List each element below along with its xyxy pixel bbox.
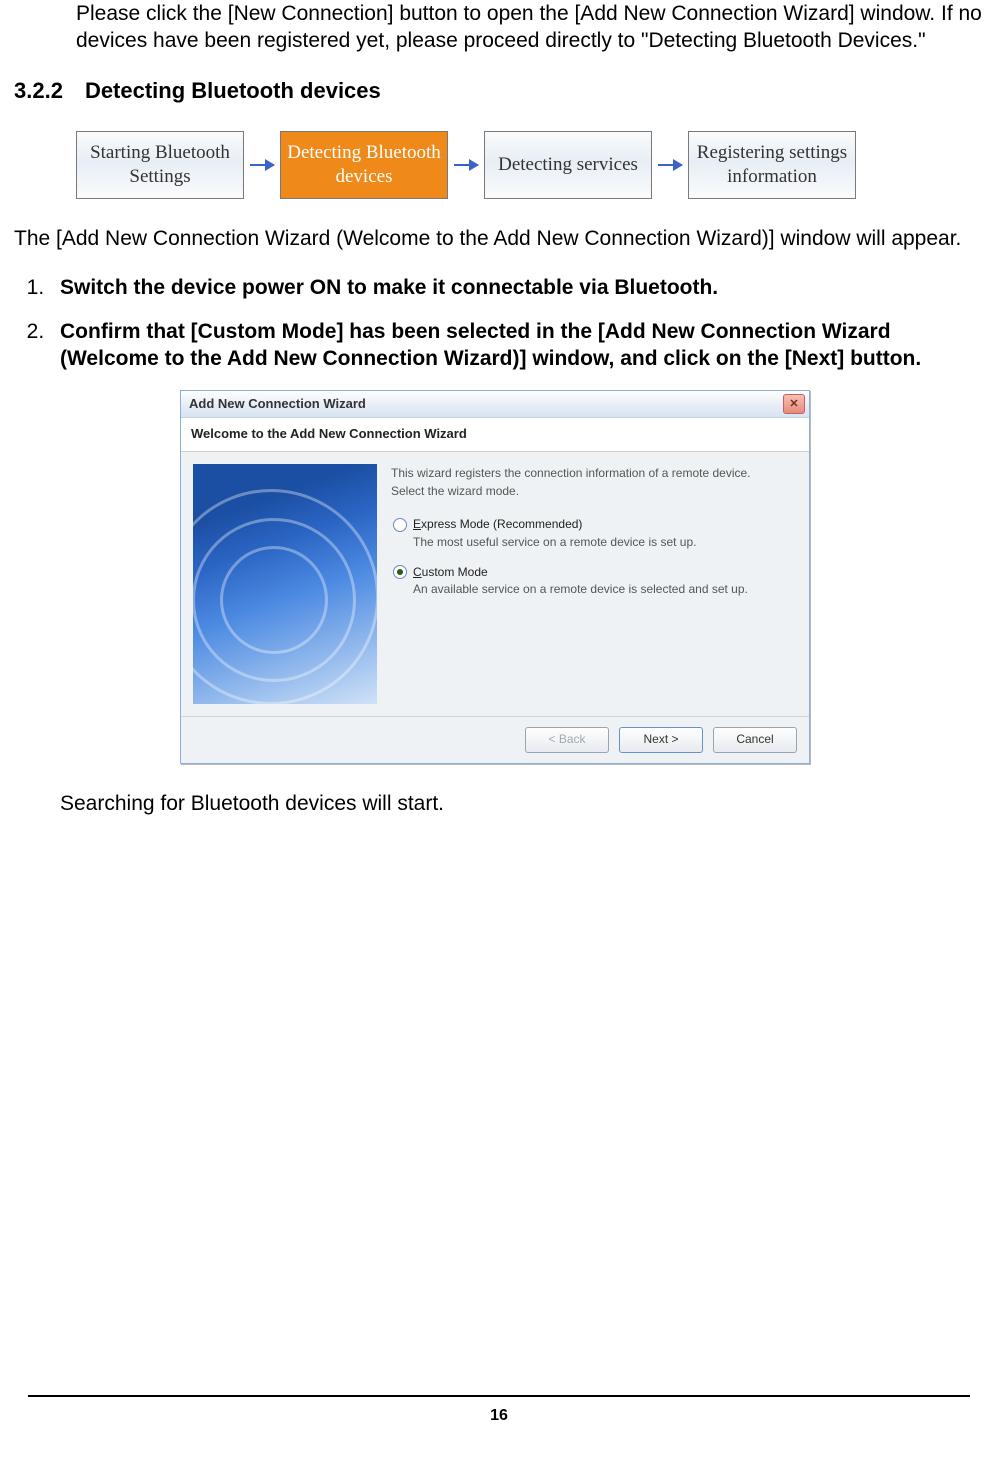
wizard-graphic <box>193 464 377 704</box>
radio-waves-icon <box>193 489 377 704</box>
flow-step-2: Detecting Bluetooth devices <box>280 131 448 199</box>
flow-step-4: Registering settings information <box>688 131 856 199</box>
section-title: Detecting Bluetooth devices <box>85 78 381 103</box>
step-2-text: Confirm that [Custom Mode] has been sele… <box>60 320 921 370</box>
wizard-titlebar: Add New Connection Wizard ✕ <box>181 391 809 418</box>
back-button: < Back <box>525 727 609 753</box>
page-number: 16 <box>0 1406 998 1427</box>
cancel-button[interactable]: Cancel <box>713 727 797 753</box>
radio-icon[interactable] <box>393 518 407 532</box>
radio-icon[interactable] <box>393 565 407 579</box>
radio-custom-mode[interactable]: Custom Mode <box>393 565 793 581</box>
footer-divider <box>28 1395 970 1397</box>
radio-express-label: Express Mode (Recommended) <box>413 517 582 533</box>
wizard-welcome: Welcome to the Add New Connection Wizard <box>181 418 809 452</box>
wizard-desc-1: This wizard registers the connection inf… <box>391 466 793 482</box>
intro-paragraph: Please click the [New Connection] button… <box>76 0 988 55</box>
section-number: 3.2.2 <box>14 77 63 106</box>
section-heading: 3.2.2 Detecting Bluetooth devices <box>14 77 988 106</box>
radio-express-mode[interactable]: Express Mode (Recommended) <box>393 517 793 533</box>
step-1-text: Switch the device power ON to make it co… <box>60 276 718 299</box>
step-1: Switch the device power ON to make it co… <box>50 274 988 301</box>
flow-step-1: Starting Bluetooth Settings <box>76 131 244 199</box>
close-icon[interactable]: ✕ <box>783 394 805 414</box>
flow-step-3: Detecting services <box>484 131 652 199</box>
searching-note: Searching for Bluetooth devices will sta… <box>60 790 988 817</box>
wizard-desc-2: Select the wizard mode. <box>391 484 793 500</box>
radio-express-desc: The most useful service on a remote devi… <box>413 535 793 551</box>
next-button[interactable]: Next > <box>619 727 703 753</box>
radio-custom-label: Custom Mode <box>413 565 488 581</box>
arrow-icon <box>250 164 274 166</box>
wizard-title-text: Add New Connection Wizard <box>189 396 366 413</box>
wizard-window: Add New Connection Wizard ✕ Welcome to t… <box>180 390 810 764</box>
arrow-icon <box>454 164 478 166</box>
step-list: Switch the device power ON to make it co… <box>50 274 988 817</box>
arrow-icon <box>658 164 682 166</box>
paragraph-window-appear: The [Add New Connection Wizard (Welcome … <box>14 225 988 252</box>
step-2: Confirm that [Custom Mode] has been sele… <box>50 318 988 818</box>
radio-custom-desc: An available service on a remote device … <box>413 582 793 598</box>
process-flow: Starting Bluetooth Settings Detecting Bl… <box>76 131 988 199</box>
wizard-button-row: < Back Next > Cancel <box>181 716 809 763</box>
